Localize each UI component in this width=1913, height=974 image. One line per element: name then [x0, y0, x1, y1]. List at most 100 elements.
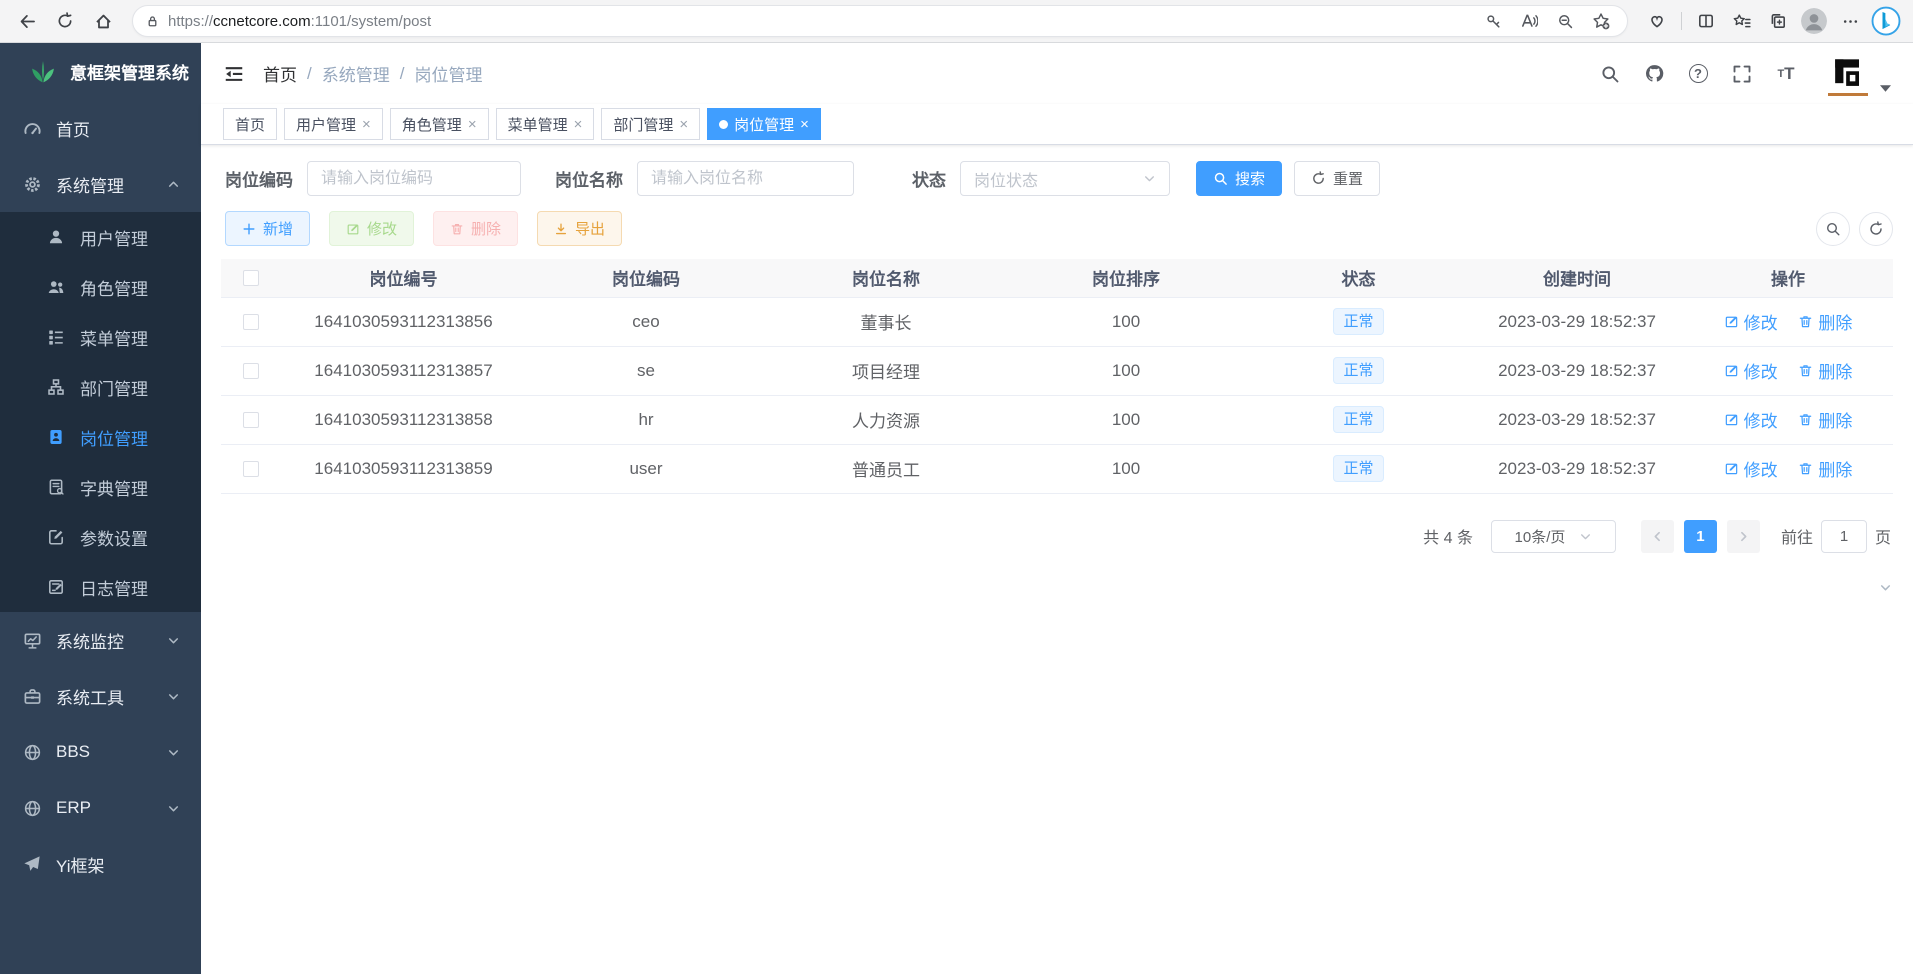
close-icon[interactable]: × — [362, 117, 371, 132]
row-delete-link[interactable]: 删除 — [1798, 358, 1852, 383]
help-icon[interactable]: ? — [1680, 56, 1716, 92]
row-checkbox[interactable] — [243, 412, 259, 428]
close-icon[interactable]: × — [468, 117, 477, 132]
delete-button[interactable]: 删除 — [433, 211, 518, 246]
export-button[interactable]: 导出 — [537, 211, 622, 246]
cell-post-sort: 100 — [1006, 395, 1246, 444]
close-icon[interactable]: × — [800, 117, 809, 132]
tag-home[interactable]: 首页 — [223, 108, 277, 140]
sidebar-item-users[interactable]: 用户管理 — [0, 212, 201, 262]
page-size-select[interactable]: 10条/页 — [1491, 520, 1616, 553]
zoom-out-icon[interactable] — [1551, 7, 1579, 35]
refresh-table-button[interactable] — [1859, 212, 1893, 246]
address-bar[interactable]: https://ccnetcore.com:1101/system/post — [132, 5, 1628, 37]
sidebar-item-erp[interactable]: ERP — [0, 780, 201, 836]
tag-menus[interactable]: 菜单管理× — [496, 108, 595, 140]
close-icon[interactable]: × — [574, 117, 583, 132]
sidebar-item-parameters[interactable]: 参数设置 — [0, 512, 201, 562]
refresh-icon — [1311, 171, 1326, 186]
close-icon[interactable]: × — [679, 117, 688, 132]
post-code-input[interactable] — [307, 161, 521, 196]
row-modify-link[interactable]: 修改 — [1724, 309, 1778, 334]
page-content: 岗位编码 岗位名称 状态 岗位状态 搜索 重 — [201, 145, 1913, 974]
github-icon[interactable] — [1636, 56, 1672, 92]
sidebar-item-tools[interactable]: 系统工具 — [0, 668, 201, 724]
sidebar-item-label: 角色管理 — [80, 275, 148, 300]
browser-settings-menu-icon[interactable] — [1833, 4, 1867, 38]
post-name-input[interactable] — [637, 161, 854, 196]
sidebar-item-logs[interactable]: 日志管理 — [0, 562, 201, 612]
status-select[interactable]: 岗位状态 — [960, 161, 1170, 196]
table-toolbar: 新增 修改 删除 导出 — [225, 211, 1893, 246]
sidebar-item-system[interactable]: 系统管理 — [0, 156, 201, 212]
browser-refresh-button[interactable] — [48, 4, 82, 38]
sidebar-item-label: 部门管理 — [80, 375, 148, 400]
browser-toolbar: https://ccnetcore.com:1101/system/post — [0, 0, 1913, 43]
prev-page-button[interactable] — [1641, 520, 1674, 553]
next-page-button[interactable] — [1727, 520, 1760, 553]
cell-post-code: se — [526, 346, 766, 395]
breadcrumb-home[interactable]: 首页 — [263, 61, 297, 86]
sidebar-item-label: 岗位管理 — [80, 425, 148, 450]
favorites-bar-icon[interactable] — [1725, 4, 1759, 38]
select-all-checkbox[interactable] — [243, 270, 259, 286]
row-checkbox[interactable] — [243, 314, 259, 330]
row-checkbox[interactable] — [243, 363, 259, 379]
row-modify-link[interactable]: 修改 — [1724, 358, 1778, 383]
sidebar-item-home[interactable]: 首页 — [0, 100, 201, 156]
search-button[interactable]: 搜索 — [1196, 161, 1282, 196]
row-checkbox[interactable] — [243, 461, 259, 477]
bing-chat-icon[interactable] — [1869, 4, 1903, 38]
split-screen-icon[interactable] — [1689, 4, 1723, 38]
browser-back-button[interactable] — [10, 4, 44, 38]
edit-icon — [1724, 314, 1739, 329]
post-code-label: 岗位编码 — [225, 166, 293, 191]
header-search-icon[interactable] — [1592, 56, 1628, 92]
font-size-icon[interactable]: TT — [1768, 56, 1804, 92]
tag-roles[interactable]: 角色管理× — [390, 108, 489, 140]
sidebar-item-posts[interactable]: 岗位管理 — [0, 412, 201, 462]
password-key-icon[interactable] — [1479, 7, 1507, 35]
chevron-left-icon — [1651, 530, 1664, 543]
add-button[interactable]: 新增 — [225, 211, 310, 246]
cell-post-id: 1641030593112313857 — [281, 346, 526, 395]
show-search-toggle-button[interactable] — [1816, 212, 1850, 246]
modify-button[interactable]: 修改 — [329, 211, 414, 246]
row-delete-link[interactable]: 删除 — [1798, 456, 1852, 481]
status-badge: 正常 — [1333, 308, 1383, 335]
profile-avatar[interactable] — [1797, 4, 1831, 38]
user-menu[interactable] — [1826, 52, 1891, 96]
fullscreen-icon[interactable] — [1724, 56, 1760, 92]
goto-page-input[interactable] — [1821, 520, 1867, 553]
export-button-label: 导出 — [575, 218, 605, 239]
tag-posts-active[interactable]: 岗位管理× — [707, 108, 821, 140]
sidebar-item-dictionary[interactable]: 字典管理 — [0, 462, 201, 512]
row-delete-link[interactable]: 删除 — [1798, 309, 1852, 334]
sidebar-item-monitor[interactable]: 系统监控 — [0, 612, 201, 668]
cell-created: 2023-03-29 18:52:37 — [1471, 346, 1683, 395]
favorite-star-icon[interactable] — [1587, 7, 1615, 35]
row-modify-link[interactable]: 修改 — [1724, 456, 1778, 481]
collections-icon[interactable] — [1761, 4, 1795, 38]
edit-icon — [1724, 412, 1739, 427]
sidebar-item-roles[interactable]: 角色管理 — [0, 262, 201, 312]
breadcrumb-system: 系统管理 — [322, 61, 390, 86]
row-modify-link[interactable]: 修改 — [1724, 407, 1778, 432]
row-delete-link[interactable]: 删除 — [1798, 407, 1852, 432]
tag-departments[interactable]: 部门管理× — [601, 108, 700, 140]
read-aloud-icon[interactable] — [1515, 7, 1543, 35]
sidebar-item-bbs[interactable]: BBS — [0, 724, 201, 780]
chevron-down-icon — [163, 634, 183, 647]
reset-button-label: 重置 — [1333, 168, 1363, 189]
sidebar-item-yi-framework[interactable]: Yi框架 — [0, 836, 201, 892]
sidebar-item-departments[interactable]: 部门管理 — [0, 362, 201, 412]
reset-button[interactable]: 重置 — [1294, 161, 1380, 196]
browser-home-button[interactable] — [86, 4, 120, 38]
cell-post-sort: 100 — [1006, 297, 1246, 346]
page-number-1[interactable]: 1 — [1684, 520, 1717, 553]
tag-users[interactable]: 用户管理× — [284, 108, 383, 140]
sidebar-item-menus[interactable]: 菜单管理 — [0, 312, 201, 362]
browser-essentials-icon[interactable] — [1640, 4, 1674, 38]
chevron-right-icon — [1737, 530, 1750, 543]
sidebar-fold-icon[interactable] — [223, 63, 245, 85]
